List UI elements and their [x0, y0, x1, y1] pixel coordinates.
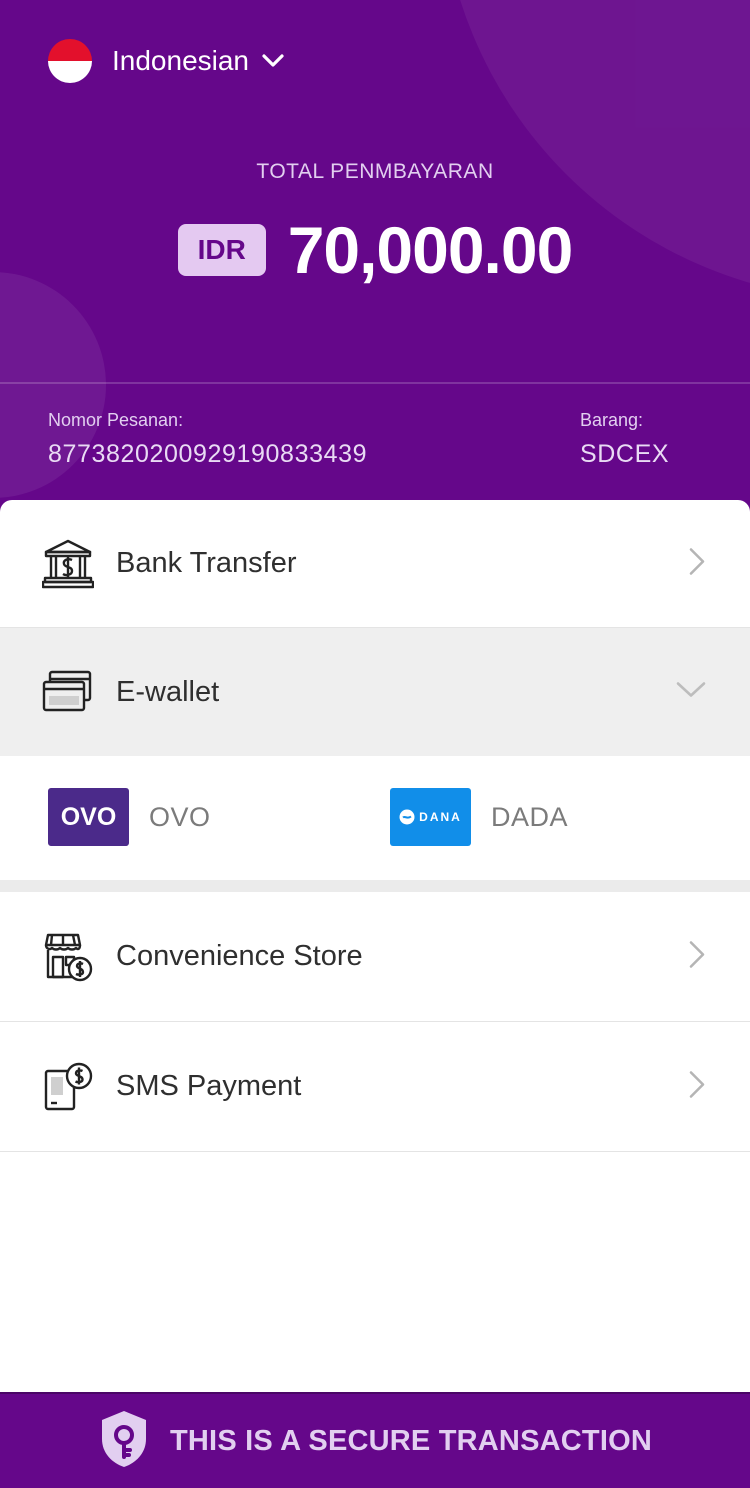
- order-number-value: 8773820200929190833439: [48, 440, 368, 468]
- chevron-right-icon: [688, 547, 706, 580]
- ewallet-option-dana[interactable]: DANA DADA: [390, 788, 568, 846]
- order-number-label: Nomor Pesanan:: [48, 410, 184, 430]
- chevron-down-icon: [676, 681, 706, 704]
- bank-icon: [41, 538, 95, 590]
- bank-transfer-label: Bank Transfer: [116, 547, 297, 579]
- phone-dollar-icon: [42, 1061, 94, 1113]
- indonesia-flag-icon: [48, 39, 92, 83]
- ewallet-option-ovo[interactable]: OVO OVO: [48, 788, 211, 846]
- secure-transaction-text: THIS IS A SECURE TRANSACTION: [170, 1424, 652, 1457]
- store-dollar-icon: [42, 931, 94, 983]
- header-divider: [0, 382, 750, 384]
- chevron-right-icon: [688, 940, 706, 973]
- wallet-cards-icon: [42, 666, 94, 718]
- dana-mark-icon: [399, 809, 415, 825]
- chevron-right-icon: [688, 1070, 706, 1103]
- dana-logo: DANA: [390, 788, 471, 846]
- sms-payment-label: SMS Payment: [116, 1070, 302, 1102]
- shield-key-icon: [98, 1409, 150, 1474]
- method-ewallet[interactable]: E-wallet: [0, 628, 750, 756]
- ovo-logo: OVO: [48, 788, 129, 846]
- secure-transaction-footer: THIS IS A SECURE TRANSACTION: [0, 1392, 750, 1488]
- method-bank-transfer[interactable]: Bank Transfer: [0, 500, 750, 628]
- currency-badge: IDR: [177, 224, 266, 276]
- ovo-label: OVO: [149, 801, 211, 832]
- total-amount: 70,000.00: [287, 213, 574, 287]
- dana-label: DADA: [491, 801, 569, 832]
- item-value: SDCEX: [580, 440, 670, 468]
- dana-logo-text: DANA: [419, 810, 462, 824]
- language-selector[interactable]: Indonesian: [48, 38, 285, 84]
- payment-methods-card: Bank Transfer E-wallet OVO OVO DANA DADA…: [0, 500, 750, 1400]
- method-convenience-store[interactable]: Convenience Store: [0, 892, 750, 1022]
- total-payment-label: TOTAL PENMBAYARAN: [256, 160, 494, 183]
- payment-header: Indonesian TOTAL PENMBAYARAN IDR 70,000.…: [0, 0, 750, 520]
- ewallet-options: OVO OVO DANA DADA: [0, 756, 750, 880]
- section-divider: [0, 880, 750, 892]
- method-sms-payment[interactable]: SMS Payment: [0, 1022, 750, 1152]
- item-label: Barang:: [580, 410, 644, 430]
- language-label: Indonesian: [112, 45, 250, 76]
- amount-row: IDR 70,000.00: [0, 212, 750, 288]
- chevron-down-icon: [261, 53, 285, 69]
- ewallet-label: E-wallet: [116, 675, 220, 708]
- convenience-store-label: Convenience Store: [116, 940, 363, 972]
